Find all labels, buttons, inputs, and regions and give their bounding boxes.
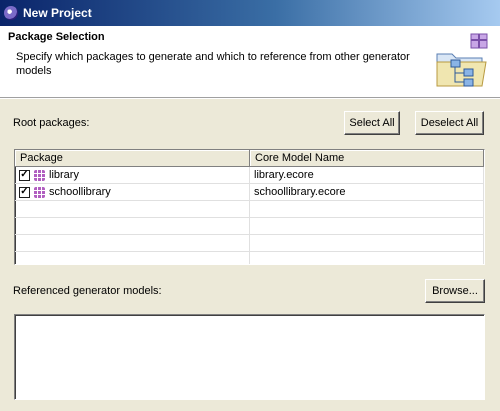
package-name: schoollibrary: [49, 186, 111, 198]
column-header-core-model-name[interactable]: Core Model Name: [250, 150, 484, 167]
page-title: Package Selection: [8, 31, 105, 43]
table-row[interactable]: ✓ schoollibrary schoollibrary.ecore: [15, 184, 484, 201]
root-packages-table[interactable]: Package Core Model Name ✓ library librar…: [14, 149, 485, 265]
table-header: Package Core Model Name: [15, 150, 484, 167]
package-icon: [34, 186, 45, 198]
referenced-models-label: Referenced generator models:: [13, 285, 162, 297]
package-checkbox[interactable]: ✓: [19, 169, 30, 181]
referenced-models-list[interactable]: [14, 314, 485, 400]
browse-button[interactable]: Browse...: [425, 279, 485, 303]
core-model-name: schoollibrary.ecore: [254, 186, 346, 198]
banner-separator: [0, 98, 500, 99]
table-row[interactable]: ✓ library library.ecore: [15, 167, 484, 184]
page-description: Specify which packages to generate and w…: [16, 51, 410, 77]
package-checkbox[interactable]: ✓: [19, 186, 30, 198]
wizard-banner: Package Selection Specify which packages…: [0, 26, 500, 98]
column-header-package[interactable]: Package: [15, 150, 250, 167]
empty-row: [15, 235, 484, 252]
eclipse-icon: [4, 6, 18, 20]
window-title: New Project: [23, 6, 92, 20]
root-packages-label: Root packages:: [13, 117, 90, 129]
empty-row: [15, 252, 484, 264]
select-all-button[interactable]: Select All: [344, 111, 400, 135]
package-name: library: [49, 169, 79, 181]
wizard-banner-icon: [436, 33, 488, 87]
empty-row: [15, 218, 484, 235]
deselect-all-button[interactable]: Deselect All: [415, 111, 484, 135]
empty-row: [15, 201, 484, 218]
core-model-name: library.ecore: [254, 169, 314, 181]
title-bar[interactable]: New Project: [0, 0, 500, 26]
package-icon: [34, 169, 45, 181]
